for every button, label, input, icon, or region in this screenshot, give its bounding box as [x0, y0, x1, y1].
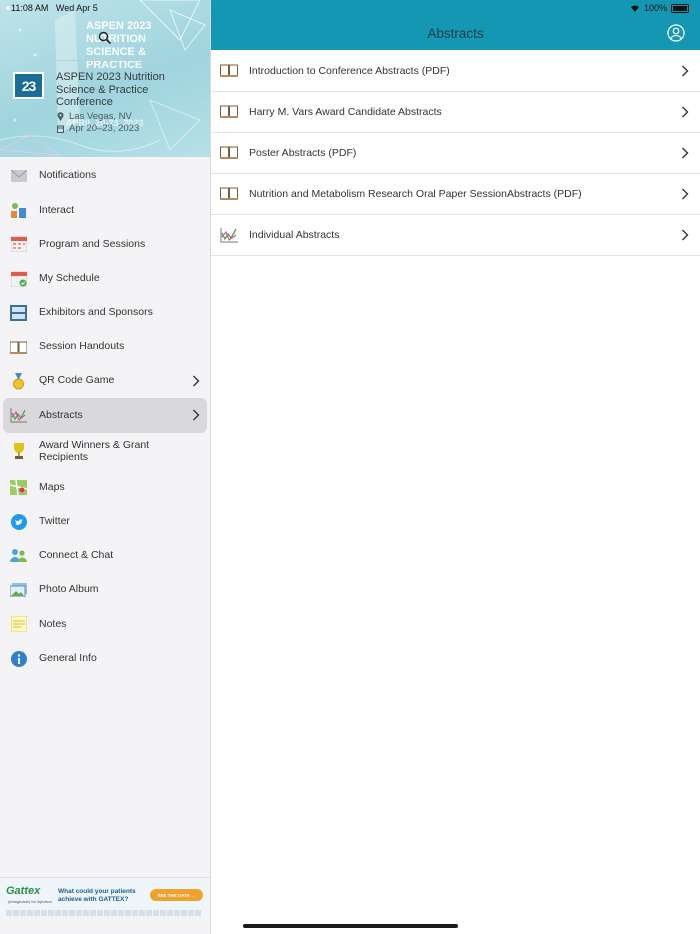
list-item[interactable]: Individual Abstracts	[211, 215, 700, 256]
medal-icon	[10, 372, 27, 390]
conference-dates: Apr 20–23, 2023	[57, 123, 139, 134]
notes-icon	[10, 616, 27, 633]
people-icon	[10, 547, 27, 564]
chevron-right-icon	[193, 409, 200, 421]
sidebar-item-label: My Schedule	[39, 271, 100, 284]
ad-cta-button[interactable]: SEE THE DATA →	[150, 889, 203, 901]
sidebar-item-handouts[interactable]: Session Handouts	[0, 330, 210, 364]
calendar-check-icon	[10, 270, 27, 287]
sidebar-item-interact[interactable]: Interact	[0, 193, 210, 227]
sidebar-item-label: Notes	[39, 617, 67, 630]
sidebar-item-label: Maps	[39, 480, 65, 493]
sidebar-item-abstracts[interactable]: Abstracts	[3, 398, 207, 433]
sidebar-item-awards[interactable]: Award Winners & Grant Recipients	[0, 433, 210, 471]
sidebar-item-photo-album[interactable]: Photo Album	[0, 573, 210, 607]
sidebar-item-label: Program and Sessions	[39, 237, 146, 250]
sidebar-item-twitter[interactable]: Twitter	[0, 505, 210, 539]
hero-banner-text: ASPEN 2023 NUTRITION SCIENCE & PRACTICE	[86, 20, 152, 71]
abstracts-list: Introduction to Conference Abstracts (PD…	[211, 51, 700, 256]
interact-icon	[10, 202, 27, 219]
conference-hero: ASPEN 2023 NUTRITION SCIENCE & PRACTICE …	[0, 0, 210, 157]
battery-icon	[671, 3, 689, 13]
list-item-label: Nutrition and Metabolism Research Oral P…	[249, 188, 582, 200]
book-icon	[220, 146, 238, 159]
conference-location: Las Vegas, NV	[57, 111, 132, 122]
sidebar-item-label: Interact	[39, 203, 75, 216]
sidebar-item-label: Abstracts	[39, 408, 83, 421]
sidebar-item-label: Photo Album	[39, 583, 99, 596]
conference-title: ASPEN 2023 Nutrition Science & Practice …	[56, 71, 165, 108]
status-bar: 11:08 AM Wed Apr 5 100%	[0, 0, 700, 16]
trophy-icon	[10, 443, 27, 460]
chevron-right-icon	[682, 106, 689, 118]
sidebar-item-label: Exhibitors and Sponsors	[39, 306, 153, 319]
info-icon	[10, 650, 27, 667]
hero-divider	[56, 60, 201, 61]
battery-percent: 100%	[643, 3, 667, 13]
sidebar-item-label: Twitter	[39, 515, 70, 528]
status-right: 100%	[630, 3, 689, 13]
list-item[interactable]: Poster Abstracts (PDF)	[211, 133, 700, 174]
status-time: 11:08 AM Wed Apr 5	[11, 3, 98, 13]
ad-brand: Gattex	[6, 885, 41, 897]
sidebar-item-notes[interactable]: Notes	[0, 607, 210, 641]
sidebar-item-qr-game[interactable]: QR Code Game	[0, 364, 210, 398]
ad-brand-sub: (teduglutide) for injection	[8, 899, 52, 904]
book-icon	[220, 105, 238, 118]
list-item[interactable]: Nutrition and Metabolism Research Oral P…	[211, 174, 700, 215]
list-item-label: Introduction to Conference Abstracts (PD…	[249, 65, 450, 77]
exhibitors-icon	[10, 304, 27, 321]
sidebar-item-label: Connect & Chat	[39, 549, 114, 562]
sidebar-nav: Notifications Interact Program and Sessi…	[0, 159, 210, 676]
calendar-small-icon	[57, 125, 64, 133]
sidebar-item-label: QR Code Game	[39, 374, 115, 387]
chevron-right-icon	[682, 65, 689, 77]
envelope-icon	[10, 168, 27, 185]
photo-icon	[10, 582, 27, 599]
sidebar-item-label: Session Handouts	[39, 340, 125, 353]
wifi-icon	[630, 5, 639, 12]
sidebar-item-exhibitors[interactable]: Exhibitors and Sponsors	[0, 296, 210, 330]
sidebar-item-my-schedule[interactable]: My Schedule	[0, 262, 210, 296]
ad-message: What could your patients achieve with GA…	[58, 888, 136, 903]
list-item-label: Harry M. Vars Award Candidate Abstracts	[249, 106, 442, 118]
sidebar-item-label: General Info	[39, 651, 97, 664]
list-item-label: Individual Abstracts	[249, 229, 340, 241]
twitter-icon	[10, 513, 27, 530]
chevron-right-icon	[193, 375, 200, 387]
chart-icon	[10, 407, 27, 424]
sidebar-item-program[interactable]: Program and Sessions	[0, 227, 210, 261]
list-item-label: Poster Abstracts (PDF)	[249, 147, 357, 159]
book-icon	[220, 187, 238, 200]
ad-fine-print	[6, 910, 201, 916]
sidebar-item-maps[interactable]: Maps	[0, 471, 210, 505]
search-icon[interactable]	[98, 31, 112, 45]
chevron-right-icon	[682, 147, 689, 159]
home-indicator[interactable]	[243, 924, 458, 928]
sidebar-item-general-info[interactable]: General Info	[0, 641, 210, 675]
conference-logo: 23	[13, 72, 44, 99]
profile-icon[interactable]	[667, 24, 685, 42]
sidebar-item-connect[interactable]: Connect & Chat	[0, 539, 210, 573]
chart-icon	[220, 228, 238, 243]
chevron-right-icon	[682, 229, 689, 241]
book-icon	[220, 64, 238, 77]
sidebar: ASPEN 2023 NUTRITION SCIENCE & PRACTICE …	[0, 0, 211, 934]
book-icon	[10, 339, 27, 356]
chevron-right-icon	[682, 188, 689, 200]
sponsor-ad-banner[interactable]: Gattex (teduglutide) for injection What …	[0, 877, 210, 920]
location-pin-icon	[57, 112, 64, 121]
sidebar-item-label: Award Winners & Grant Recipients	[39, 439, 150, 463]
sidebar-item-notifications[interactable]: Notifications	[0, 159, 210, 193]
list-item[interactable]: Harry M. Vars Award Candidate Abstracts	[211, 92, 700, 133]
page-title: Abstracts	[427, 26, 484, 41]
list-item[interactable]: Introduction to Conference Abstracts (PD…	[211, 51, 700, 92]
map-icon	[10, 479, 27, 496]
calendar-icon	[10, 236, 27, 253]
sidebar-item-label: Notifications	[39, 169, 97, 182]
